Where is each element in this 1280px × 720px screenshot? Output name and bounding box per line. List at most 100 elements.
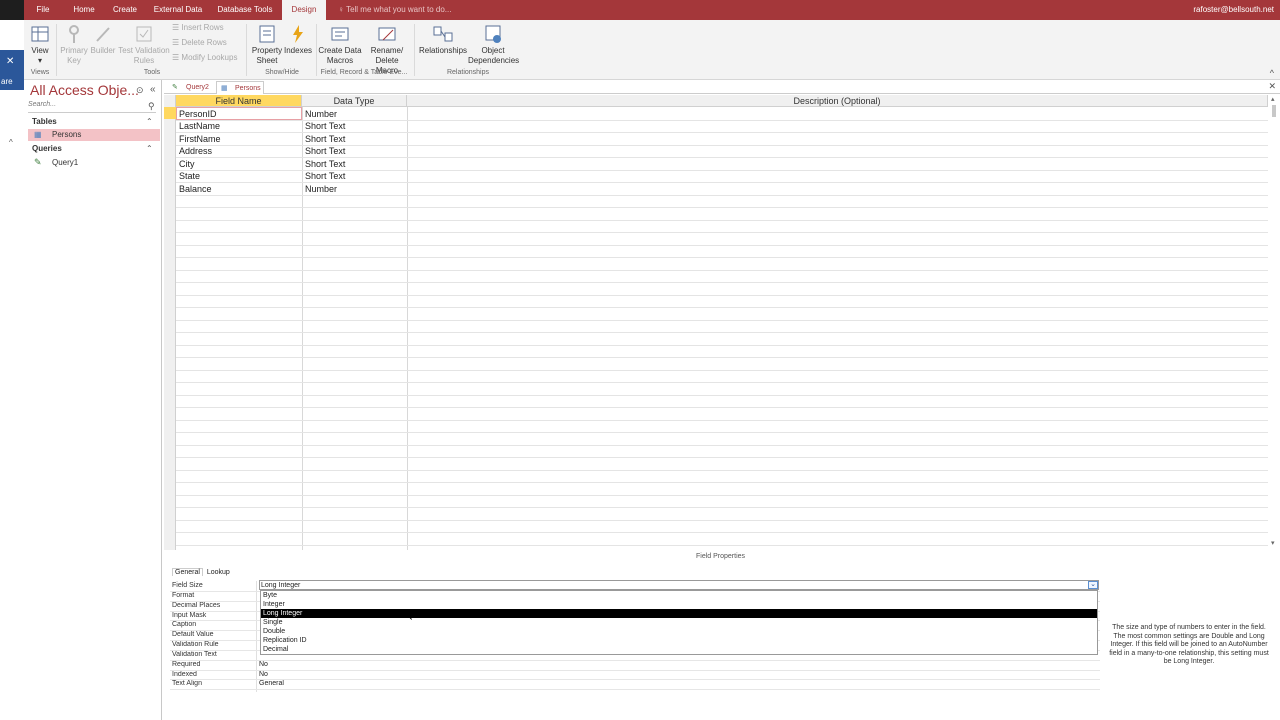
modify-lookups-button[interactable]: ☰ Modify Lookups: [172, 53, 237, 62]
tell-me-box[interactable]: ♀ Tell me what you want to do...: [338, 0, 451, 20]
data-type-cell[interactable]: Number: [302, 108, 337, 121]
scroll-thumb[interactable]: [1272, 105, 1276, 117]
nav-item-query1[interactable]: ✎ Query1: [28, 157, 160, 169]
view-button[interactable]: View ▾: [28, 22, 52, 66]
table-icon: ▦: [34, 130, 42, 139]
vertical-scrollbar[interactable]: ▴ ▾: [1268, 95, 1280, 550]
nav-group-tables[interactable]: Tables: [32, 117, 57, 126]
header-field-name[interactable]: Field Name: [176, 95, 302, 107]
dropdown-option[interactable]: Integer: [261, 600, 1097, 609]
chevron-up-icon[interactable]: ⌃: [146, 117, 153, 126]
create-data-macros-button[interactable]: Create Data Macros: [318, 22, 362, 66]
chevron-up-icon[interactable]: ^: [9, 138, 13, 147]
relationships-button[interactable]: Relationships: [418, 22, 468, 56]
object-dependencies-label: Object Dependencies: [468, 46, 520, 65]
tab-general[interactable]: General: [172, 568, 203, 576]
group-field-record: Field, Record & Table Eve...: [320, 69, 408, 76]
view-icon: [30, 24, 50, 44]
test-validation-button[interactable]: Test Validation Rules: [118, 22, 170, 66]
primary-key-button[interactable]: Primary Key: [58, 22, 90, 66]
nav-search-input[interactable]: Search...: [28, 101, 156, 113]
delete-rows-button[interactable]: ☰ Delete Rows: [172, 38, 227, 47]
dropdown-option[interactable]: Double: [261, 627, 1097, 636]
left-strip-top: [0, 0, 24, 20]
close-icon[interactable]: ✕: [6, 56, 14, 67]
nav-item-label: Query1: [52, 158, 79, 167]
tab-external-data[interactable]: External Data: [150, 0, 206, 20]
delete-rows-icon: ☰: [172, 38, 182, 47]
data-type-cell[interactable]: Short Text: [302, 145, 345, 158]
dropdown-option-selected[interactable]: Long Integer: [261, 609, 1097, 618]
modify-lookups-icon: ☰: [172, 53, 182, 62]
indexed-value[interactable]: No: [259, 671, 268, 678]
row-line: [176, 144, 1268, 146]
dropdown-option[interactable]: Single: [261, 618, 1097, 627]
tab-design[interactable]: Design: [282, 0, 326, 20]
tab-create[interactable]: Create: [110, 0, 140, 20]
field-name-cell[interactable]: Address: [176, 145, 212, 158]
row-line: [176, 394, 1268, 396]
nav-item-persons[interactable]: ▦ Persons: [28, 129, 160, 141]
field-name-cell[interactable]: City: [176, 158, 195, 171]
prop-label: Indexed: [172, 671, 197, 678]
collapse-nav-icon[interactable]: «: [150, 84, 156, 95]
tab-file[interactable]: File: [30, 0, 56, 20]
doc-tab-query2[interactable]: ✎ Query2: [168, 81, 214, 94]
document-area: ✎ Query2 ▦ Persons ✕ Field Name Data Type …: [164, 80, 1280, 720]
field-name-cell[interactable]: LastName: [176, 120, 220, 133]
field-name-cell[interactable]: FirstName: [176, 133, 221, 146]
dropdown-option[interactable]: Decimal: [261, 645, 1097, 654]
user-account[interactable]: rafoster@bellsouth.net: [1193, 0, 1274, 20]
tab-lookup[interactable]: Lookup: [205, 569, 232, 576]
header-data-type[interactable]: Data Type: [302, 95, 407, 107]
doc-tab-persons[interactable]: ▦ Persons: [216, 81, 264, 94]
field-size-input[interactable]: Long Integer: [259, 580, 1099, 590]
row-line: [176, 519, 1268, 521]
field-name-cell[interactable]: Balance: [176, 183, 212, 196]
collapse-ribbon-icon[interactable]: ^: [1270, 68, 1274, 78]
data-type-cell[interactable]: Short Text: [302, 133, 345, 146]
insert-rows-button[interactable]: ☰ Insert Rows: [172, 23, 224, 32]
object-dependencies-button[interactable]: Object Dependencies: [468, 22, 520, 66]
row-selector-column[interactable]: [164, 95, 176, 550]
row-line: [176, 432, 1268, 433]
required-value[interactable]: No: [259, 661, 268, 668]
search-icon[interactable]: ⚲: [148, 101, 155, 112]
navigation-pane: All Access Obje... ⊙ « Search... ⚲ Table…: [24, 80, 162, 720]
data-type-cell[interactable]: Short Text: [302, 120, 345, 133]
group-tools: Tools: [143, 69, 161, 76]
header-description[interactable]: Description (Optional): [407, 95, 1268, 107]
builder-button[interactable]: Builder: [88, 22, 118, 56]
field-name-cell[interactable]: State: [176, 170, 200, 183]
text-align-value[interactable]: General: [259, 680, 284, 687]
document-tabs: ✎ Query2 ▦ Persons ✕: [164, 80, 1280, 94]
row-line: [176, 482, 1268, 483]
rename-delete-macro-button[interactable]: Rename/ Delete Macro: [364, 22, 410, 76]
data-type-cell[interactable]: Short Text: [302, 158, 345, 171]
lightbulb-icon: ♀: [338, 5, 347, 14]
nav-title[interactable]: All Access Obje...: [30, 82, 139, 98]
field-name-cell[interactable]: PersonID: [176, 108, 217, 121]
close-document-icon[interactable]: ✕: [1268, 81, 1276, 92]
dropdown-option[interactable]: Byte: [261, 591, 1097, 600]
left-strip-panel[interactable]: ✕ are: [0, 50, 24, 90]
row-line: [176, 544, 1268, 546]
doc-tab-label: Query2: [186, 84, 209, 91]
chevron-up-icon[interactable]: ⌃: [146, 144, 153, 153]
nav-dropdown-icon[interactable]: ⊙: [136, 85, 144, 96]
indexes-button[interactable]: Indexes: [284, 22, 312, 56]
nav-group-queries[interactable]: Queries: [32, 144, 62, 153]
scroll-up-icon[interactable]: ▴: [1271, 95, 1275, 103]
data-type-cell[interactable]: Number: [302, 183, 337, 196]
dropdown-option[interactable]: Replication ID: [261, 636, 1097, 645]
group-views: Views: [30, 69, 50, 76]
chevron-down-icon[interactable]: ⌄: [1088, 581, 1098, 589]
data-type-cell[interactable]: Short Text: [302, 170, 345, 183]
left-strip-text: are: [1, 77, 13, 86]
row-line: [176, 507, 1268, 508]
tab-database-tools[interactable]: Database Tools: [216, 0, 274, 20]
scroll-down-icon[interactable]: ▾: [1271, 539, 1275, 547]
row-line: [176, 357, 1268, 358]
tab-home[interactable]: Home: [68, 0, 100, 20]
property-sheet-button[interactable]: Property Sheet: [250, 22, 284, 66]
